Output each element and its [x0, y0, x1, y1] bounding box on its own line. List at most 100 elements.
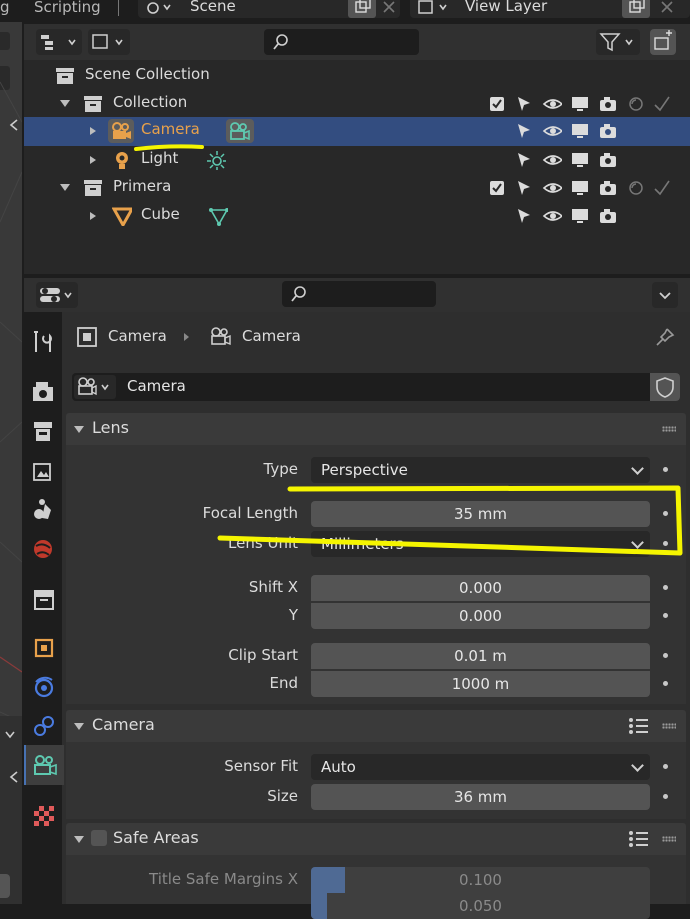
selectable-arrow-icon[interactable] — [514, 150, 534, 170]
camera-datablock-selector[interactable]: Camera — [72, 373, 680, 401]
view-layer-tab-icon[interactable] — [30, 458, 58, 486]
pin-icon[interactable] — [654, 326, 676, 348]
tool-tab-icon[interactable] — [30, 328, 58, 356]
chevron-down-icon[interactable] — [4, 728, 16, 742]
mesh-data-icon[interactable] — [208, 206, 228, 226]
safe-areas-panel-header[interactable]: Safe Areas — [66, 823, 686, 855]
filter-dropdown[interactable] — [596, 29, 640, 55]
new-collection-button[interactable] — [650, 29, 676, 55]
scene-tab-icon[interactable] — [30, 496, 58, 524]
viewport-monitor-icon[interactable] — [570, 206, 590, 226]
shift-y-field[interactable]: 0.000 — [311, 603, 650, 629]
viewport-monitor-icon[interactable] — [570, 121, 590, 141]
outliner-row-camera[interactable]: Camera — [24, 117, 690, 146]
expand-arrow-icon[interactable] — [90, 156, 96, 164]
viewport-monitor-icon[interactable] — [570, 94, 590, 114]
fake-user-button[interactable] — [650, 373, 680, 401]
expand-arrow-icon[interactable] — [8, 770, 20, 784]
eye-icon[interactable] — [542, 178, 562, 198]
outliner-row-light[interactable]: Light — [24, 146, 690, 174]
new-scene-button[interactable] — [348, 0, 376, 18]
viewport-monitor-icon[interactable] — [570, 178, 590, 198]
keyframe-dot-icon[interactable] — [663, 764, 668, 769]
drag-handle-icon[interactable] — [662, 426, 676, 432]
viewport-header-widget[interactable] — [0, 874, 10, 898]
outliner-row-collection[interactable]: Collection — [24, 90, 690, 118]
close-icon[interactable] — [660, 0, 674, 14]
outliner-row-scene-collection[interactable]: Scene Collection — [24, 62, 690, 90]
outliner-row-primera[interactable]: Primera — [24, 174, 690, 202]
drag-handle-icon[interactable] — [662, 836, 676, 842]
keyframe-dot-icon[interactable] — [663, 585, 668, 590]
clip-end-field[interactable]: 1000 m — [311, 671, 650, 697]
eye-icon[interactable] — [542, 206, 562, 226]
clip-start-field[interactable]: 0.01 m — [311, 643, 650, 669]
collapse-arrow-icon[interactable] — [60, 100, 70, 107]
texture-tab-icon[interactable] — [30, 802, 58, 830]
shift-x-field[interactable]: 0.000 — [311, 575, 650, 601]
display-mode-dropdown[interactable] — [36, 29, 82, 55]
outliner-search-input[interactable] — [264, 29, 419, 55]
drag-handle-icon[interactable] — [662, 723, 676, 729]
selectable-arrow-icon[interactable] — [514, 178, 534, 198]
keyframe-dot-icon[interactable] — [663, 467, 668, 472]
render-camera-icon[interactable] — [598, 94, 618, 114]
title-safe-margins-x-slider[interactable]: 0.100 — [311, 867, 650, 893]
exclude-checkbox[interactable] — [490, 181, 504, 195]
object-tab-icon[interactable] — [30, 634, 58, 662]
properties-search-input[interactable] — [282, 281, 436, 307]
close-icon[interactable] — [382, 0, 396, 14]
camera-panel-header[interactable]: Camera — [66, 710, 686, 742]
keyframe-dot-icon[interactable] — [663, 613, 668, 618]
presets-list-icon[interactable] — [628, 716, 650, 736]
indirect-only-icon[interactable] — [652, 178, 672, 198]
browse-camera-dropdown[interactable] — [74, 375, 116, 399]
render-camera-icon[interactable] — [598, 150, 618, 170]
keyframe-dot-icon[interactable] — [663, 681, 668, 686]
new-view-layer-button[interactable] — [622, 0, 650, 18]
3d-viewport-edge[interactable] — [0, 22, 22, 904]
keyframe-dot-icon[interactable] — [663, 653, 668, 658]
collapse-arrow-icon[interactable] — [74, 836, 84, 843]
output-tab-icon[interactable] — [30, 418, 58, 446]
title-safe-margins-y-slider[interactable]: 0.050 — [311, 893, 650, 919]
indirect-only-icon[interactable] — [652, 94, 672, 114]
scene-name[interactable]: Scene — [190, 0, 236, 15]
exclude-checkbox[interactable] — [490, 97, 504, 111]
expand-arrow-icon[interactable] — [8, 118, 20, 132]
constraints-tab-icon[interactable] — [30, 712, 58, 740]
outliner-row-cube[interactable]: Cube — [24, 202, 690, 230]
view-layer-name[interactable]: View Layer — [465, 0, 547, 15]
workspace-tab-partial[interactable]: g — [0, 0, 10, 16]
holdout-icon[interactable] — [626, 178, 646, 198]
filter-view-layer-dropdown[interactable] — [88, 29, 130, 55]
selectable-arrow-icon[interactable] — [514, 206, 534, 226]
view-layer-selector[interactable]: View Layer — [410, 0, 690, 18]
render-camera-icon[interactable] — [598, 178, 618, 198]
holdout-icon[interactable] — [626, 94, 646, 114]
expand-arrow-icon[interactable] — [90, 212, 96, 220]
options-dropdown[interactable] — [652, 282, 678, 308]
eye-icon[interactable] — [542, 150, 562, 170]
viewport-monitor-icon[interactable] — [570, 150, 590, 170]
workspace-tab-scripting[interactable]: Scripting — [34, 0, 101, 16]
collapse-arrow-icon[interactable] — [74, 723, 84, 730]
scene-selector[interactable]: Scene — [138, 0, 400, 18]
sensor-size-field[interactable]: 36 mm — [311, 784, 650, 810]
selectable-arrow-icon[interactable] — [514, 94, 534, 114]
world-tab-icon[interactable] — [30, 536, 58, 564]
lens-panel-header[interactable]: Lens — [66, 413, 686, 445]
render-camera-icon[interactable] — [598, 121, 618, 141]
collapse-arrow-icon[interactable] — [74, 426, 84, 433]
eye-icon[interactable] — [542, 121, 562, 141]
physics-tab-icon[interactable] — [30, 674, 58, 702]
render-tab-icon[interactable] — [30, 378, 58, 406]
keyframe-dot-icon[interactable] — [663, 794, 668, 799]
safe-areas-checkbox[interactable] — [91, 830, 107, 846]
expand-arrow-icon[interactable] — [90, 127, 96, 135]
datablock-name[interactable]: Camera — [127, 377, 186, 395]
eye-icon[interactable] — [542, 94, 562, 114]
selectable-arrow-icon[interactable] — [514, 121, 534, 141]
editor-type-dropdown[interactable] — [36, 282, 78, 308]
presets-list-icon[interactable] — [628, 829, 650, 849]
